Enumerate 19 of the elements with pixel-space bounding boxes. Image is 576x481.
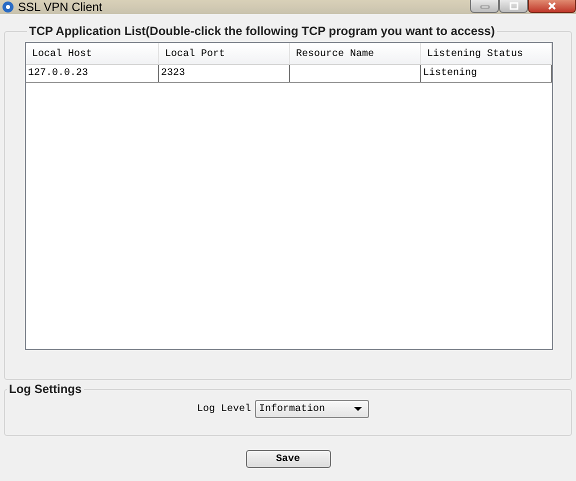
window-title: SSL VPN Client (18, 0, 102, 14)
log-level-dropdown[interactable]: Information (255, 400, 369, 418)
maximize-button[interactable] (499, 0, 528, 13)
field-label: Log Level (196, 404, 251, 414)
table-cell: Listening (421, 65, 552, 82)
maximize-icon (508, 2, 518, 10)
column-header[interactable]: Local Port (159, 43, 290, 64)
column-header[interactable]: Local Host (26, 43, 159, 64)
table-cell: 127.0.0.23 (26, 65, 159, 82)
group-title: TCP Application List(Double-click the following TCP program you want to access) (28, 24, 496, 38)
group-title: Log Settings (8, 382, 83, 396)
close-icon (547, 2, 557, 10)
column-header[interactable]: Listening Status (421, 43, 552, 64)
save-button[interactable]: Save (246, 450, 330, 468)
table-cell: 2323 (159, 65, 290, 82)
minimize-button[interactable] (470, 0, 499, 13)
close-button[interactable] (528, 0, 576, 13)
caret-icon (354, 407, 362, 411)
column-header[interactable]: Resource Name (290, 43, 421, 64)
